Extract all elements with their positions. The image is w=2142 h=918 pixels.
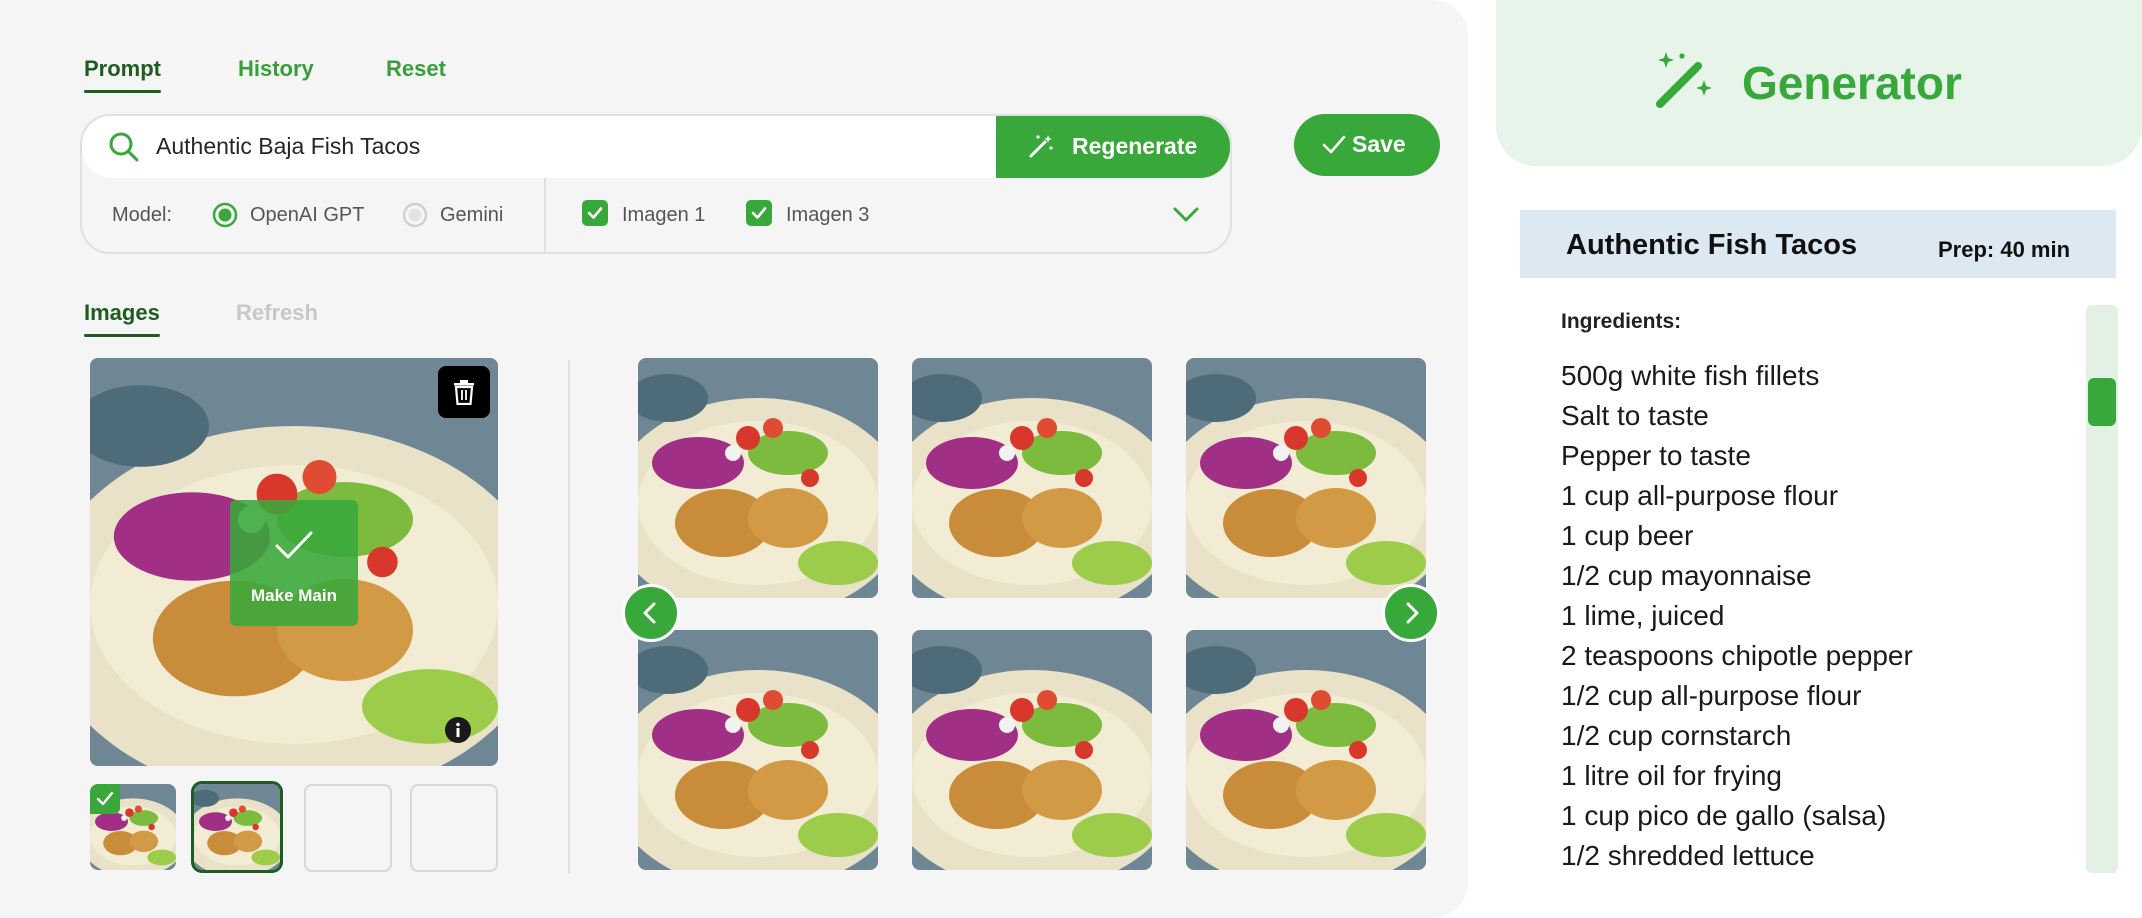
ingredient-item: 1 cup all-purpose flour [1561,480,1839,511]
tab-prompt[interactable]: Prompt [84,56,161,93]
magic-wand-icon [1029,135,1053,158]
thumbnail-selected[interactable] [191,781,283,873]
regenerate-label: Regenerate [1072,133,1198,159]
model-divider [544,178,546,252]
gallery-divider [568,360,570,874]
imagen-3-label: Imagen 3 [786,204,870,226]
magic-wand-icon [1656,52,1712,108]
info-icon[interactable] [444,716,472,744]
delete-button[interactable] [438,366,490,418]
main-image[interactable]: Make Main [90,358,498,766]
gallery-picture [912,358,1152,598]
ingredient-item: 1 lime, juiced [1561,600,1725,631]
checkbox-imagen-3[interactable] [746,200,772,226]
radio-gemini-label: Gemini [440,204,504,226]
prep-time: Prep: 40 min [1938,237,2071,262]
gallery-picture [638,630,878,870]
chevron-down-icon[interactable] [1172,206,1200,224]
ingredient-item: 500g white fish fillets [1561,360,1820,391]
save-label: Save [1352,131,1406,157]
check-icon [1322,135,1346,154]
gallery-image[interactable] [1186,630,1426,870]
prompt-box: Authentic Baja Fish Tacos Regenerate Mod… [80,114,1232,254]
ingredients-heading: Ingredients: [1561,310,1682,333]
gallery-image[interactable] [638,358,878,598]
generator-header: Generator [1496,0,2142,166]
tab-history[interactable]: History [238,56,314,82]
radio-gemini[interactable] [402,202,428,228]
ingredient-item: 1/2 cup cornstarch [1561,720,1792,751]
regenerate-button[interactable]: Regenerate [996,116,1230,178]
tab-refresh[interactable]: Refresh [236,300,318,326]
gallery-image[interactable] [912,630,1152,870]
radio-openai[interactable] [212,202,238,228]
trash-icon [454,380,474,405]
next-button[interactable] [1382,584,1440,642]
make-main-button[interactable]: Make Main [230,500,358,626]
thumbnail-empty[interactable] [304,784,392,872]
imagen-1-label: Imagen 1 [622,204,706,226]
ingredient-item: 2 teaspoons chipotle pepper [1561,640,1913,671]
gallery-picture [912,630,1152,870]
chevron-right-icon [1406,602,1419,624]
ingredient-item: 1 cup pico de gallo (salsa) [1561,800,1887,831]
ingredient-item: Pepper to taste [1561,440,1751,471]
ingredient-item: 1 litre oil for frying [1561,760,1782,791]
prompt-panel: Prompt History Reset Authentic Baja Fish… [0,0,1468,918]
save-button[interactable]: Save [1294,114,1440,176]
ingredient-item: 1 cup beer [1561,520,1694,551]
ingredient-item: 1/2 cup mayonnaise [1561,560,1812,591]
chevron-left-icon [643,602,656,624]
model-row: Model: OpenAI GPT Gemini Imagen 1 Imagen… [82,178,1230,252]
recipe-header: Authentic Fish Tacos Prep: 40 min [1520,210,2116,278]
thumbnail[interactable] [90,784,176,870]
check-icon [96,791,114,806]
tab-reset[interactable]: Reset [386,56,446,82]
recipe-title: Authentic Fish Tacos [1566,229,1858,261]
generator-title: Generator [1742,57,1962,109]
ingredient-item: Salt to taste [1561,400,1709,431]
main-check-badge [90,784,120,814]
prompt-input[interactable]: Authentic Baja Fish Tacos Regenerate [82,116,1230,178]
check-icon [275,531,313,559]
model-label: Model: [112,204,173,226]
thumbnail-picture [194,784,280,870]
radio-openai-label: OpenAI GPT [250,204,365,226]
gallery-image[interactable] [638,630,878,870]
checkbox-imagen-1[interactable] [582,200,608,226]
make-main-label: Make Main [251,586,337,605]
prompt-text[interactable]: Authentic Baja Fish Tacos [156,133,420,160]
ingredient-item: 1/2 shredded lettuce [1561,840,1815,871]
gallery-picture [638,358,878,598]
gallery-image[interactable] [1186,358,1426,598]
gallery-picture [1186,358,1426,598]
search-icon [109,132,139,162]
prev-button[interactable] [622,584,680,642]
gallery-picture [1186,630,1426,870]
ingredient-item: 1/2 cup all-purpose flour [1561,680,1862,711]
gallery-image[interactable] [912,358,1152,598]
tab-images[interactable]: Images [84,300,160,337]
scrollbar-thumb[interactable] [2088,378,2116,426]
thumbnail-empty[interactable] [410,784,498,872]
